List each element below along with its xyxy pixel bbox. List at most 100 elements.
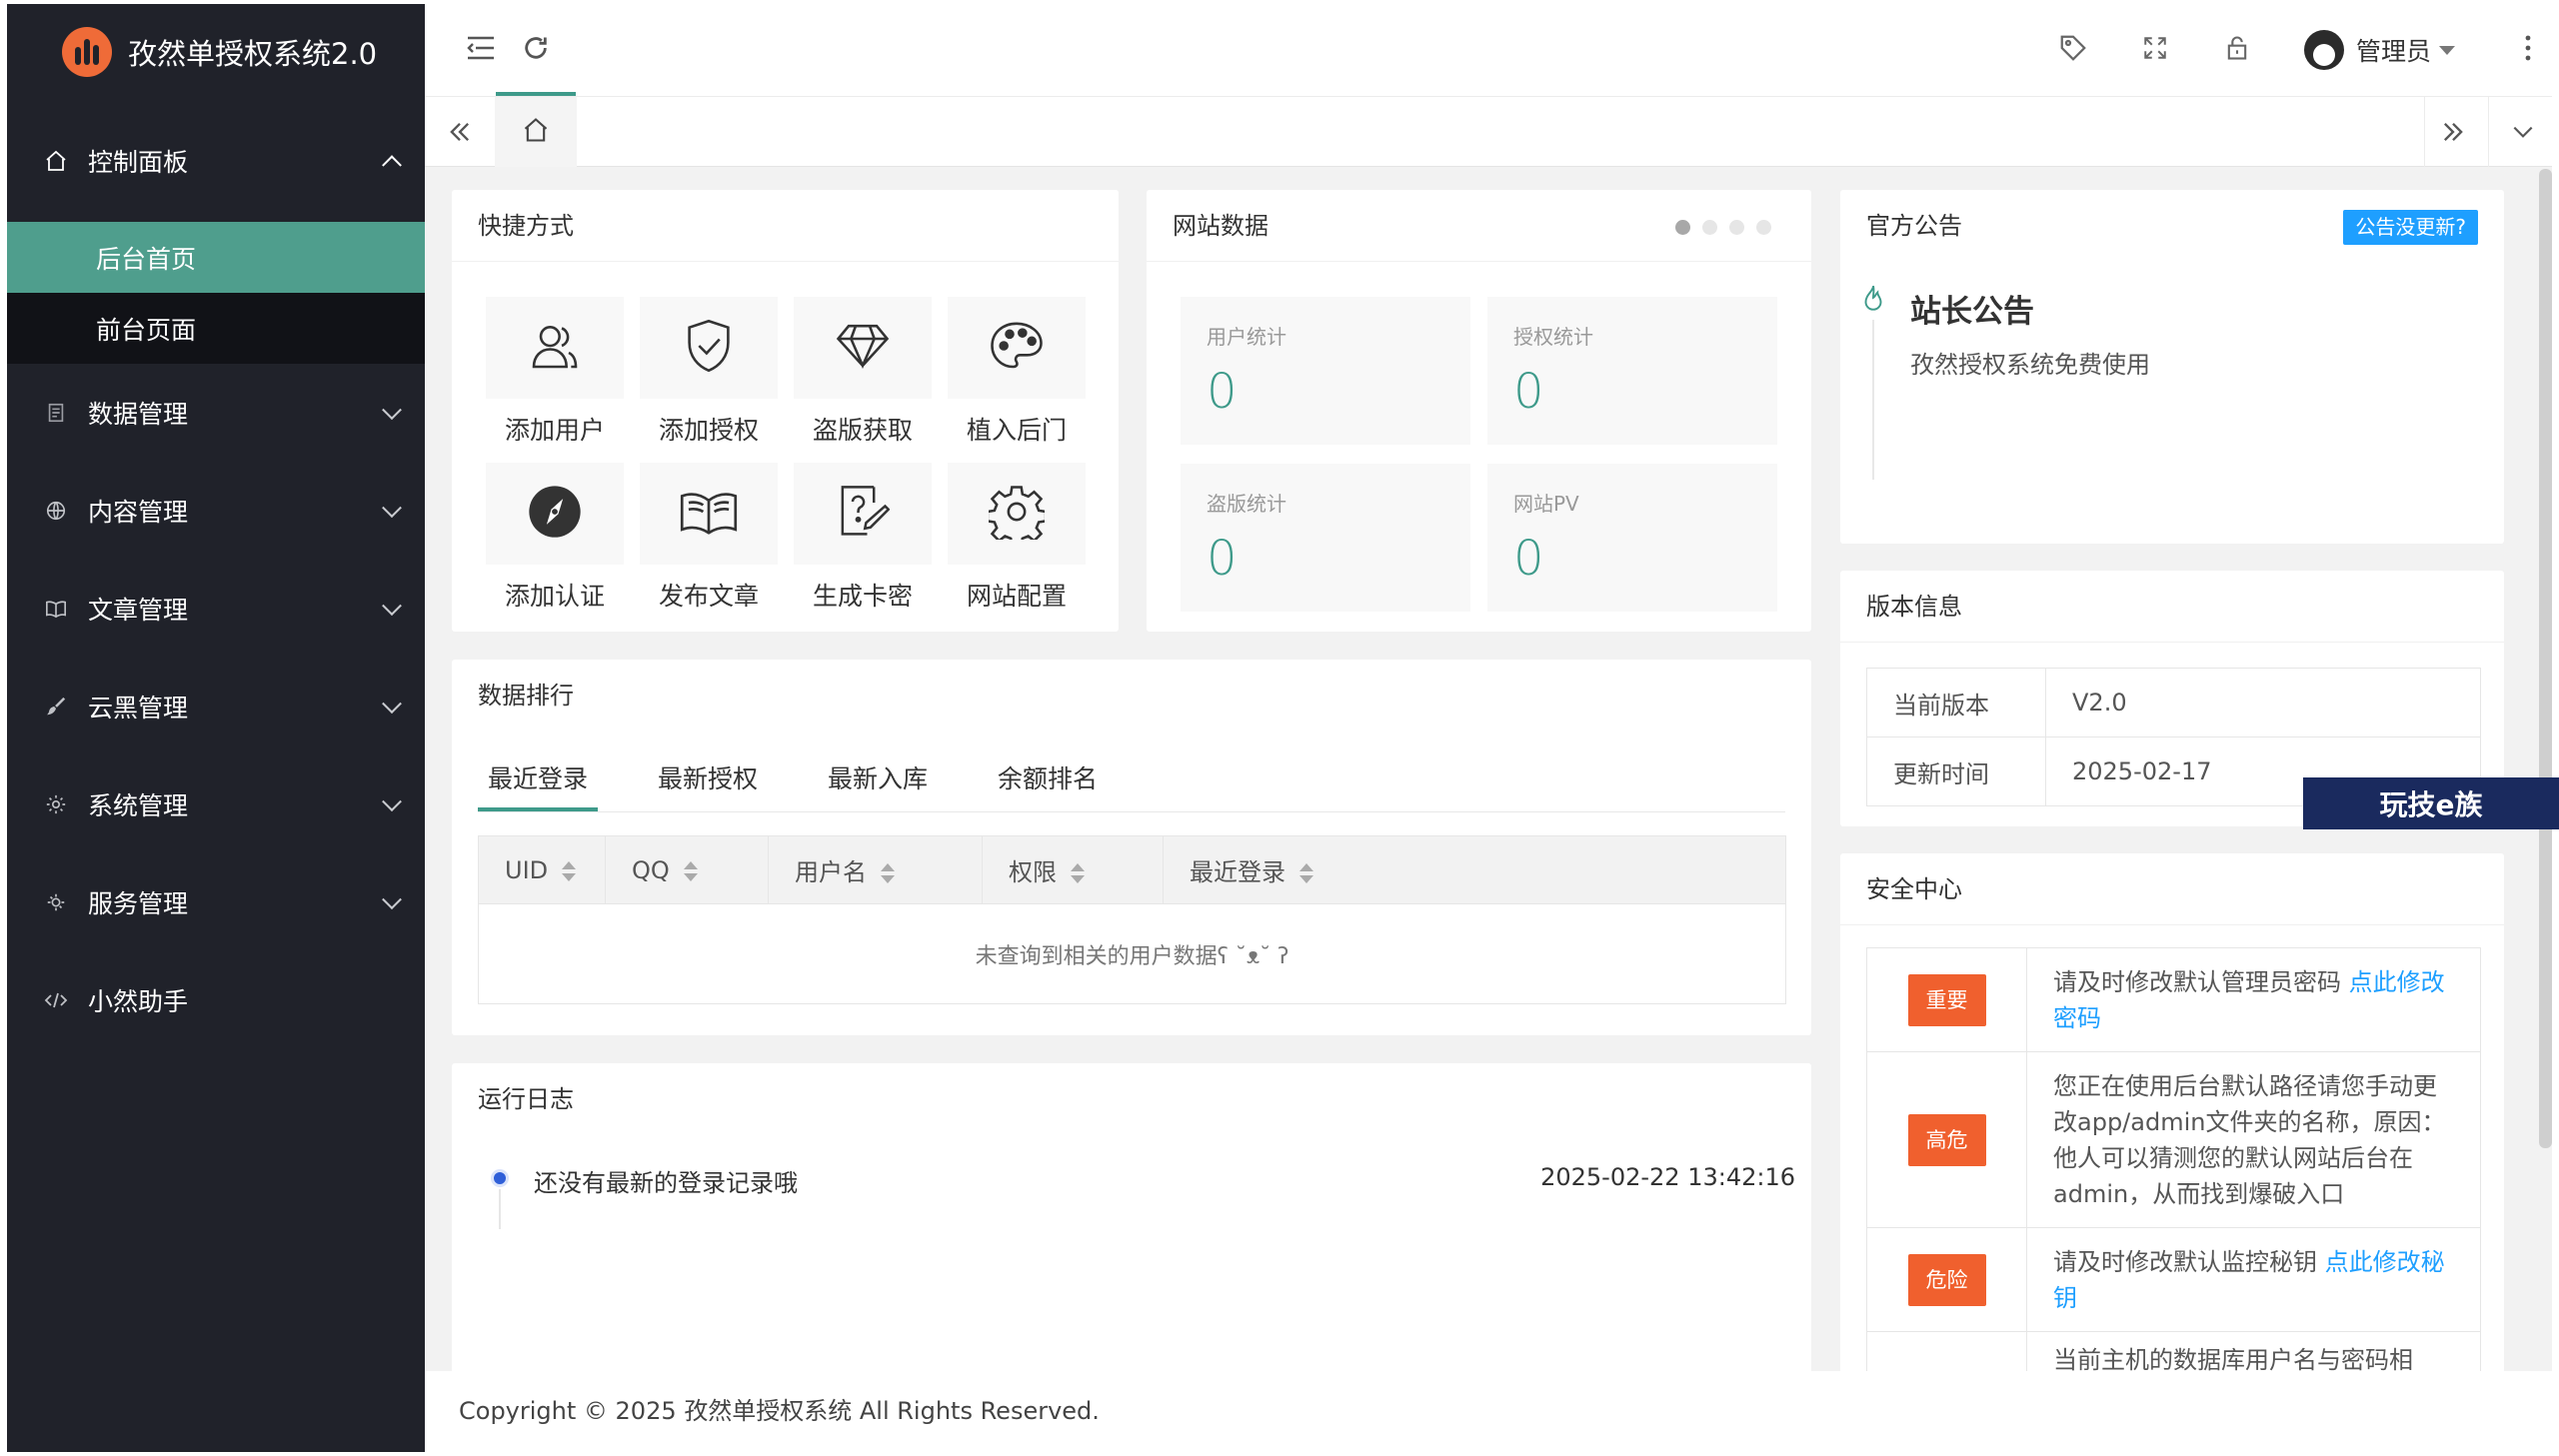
col-permission[interactable]: 权限: [982, 835, 1164, 904]
app-window: 孜然单授权系统2.0 控制面板 后台首页 前台页面 数据管理 内容管理 文章管理…: [7, 4, 2552, 1452]
sidebar-item-label: 文章管理: [88, 596, 189, 625]
scroll-right-icon[interactable]: [2434, 113, 2472, 151]
carousel-dots[interactable]: [1675, 220, 1771, 235]
table-row: 未查询到相关的用户数据ʕ ˘ᴥ˘ ʔ: [478, 903, 1786, 1004]
chevron-down-icon: [382, 889, 402, 910]
gear-icon: [42, 790, 70, 818]
shortcut-site-config[interactable]: 网站配置: [948, 463, 1086, 613]
shortcut-add-cert[interactable]: 添加认证: [486, 463, 624, 613]
shortcut-add-user[interactable]: 添加用户: [486, 297, 624, 447]
ranking-panel: 数据排行 最近登录 最新授权 最新入库 余额排名 UID QQ 用户名 权限 最…: [452, 660, 1811, 1035]
shortcut-backdoor[interactable]: 植入后门: [948, 297, 1086, 447]
ranking-table: UID QQ 用户名 权限 最近登录 未查询到相关的用户数据ʕ ˘ᴥ˘ ʔ: [478, 835, 1786, 1004]
tab-recent-login[interactable]: 最近登录: [478, 747, 599, 811]
tab-latest-stored[interactable]: 最新入库: [818, 747, 938, 811]
notice-heading: 站长公告: [1910, 294, 2034, 330]
sidebar-item-label: 系统管理: [88, 791, 189, 820]
col-qq[interactable]: QQ: [605, 835, 769, 904]
avatar: [2304, 30, 2344, 70]
chevron-down-icon: [382, 596, 402, 617]
scroll-left-icon[interactable]: [441, 113, 479, 151]
app-logo[interactable]: 孜然单授权系统2.0: [7, 4, 425, 100]
table-row: 当前版本 V2.0: [1866, 668, 2481, 737]
danger-badge: 危险: [1907, 1253, 1986, 1306]
version-value: V2.0: [2045, 668, 2481, 737]
col-uid[interactable]: UID: [478, 835, 606, 904]
version-key: 当前版本: [1866, 668, 2046, 737]
sort-icon: [1071, 863, 1085, 883]
shortcut-pirate-get[interactable]: 盗版获取: [794, 297, 932, 447]
tag-icon[interactable]: [2054, 29, 2092, 67]
service-icon: [42, 888, 70, 916]
panel-title: 运行日志: [478, 1085, 574, 1113]
sidebar-item-content[interactable]: 内容管理: [7, 462, 425, 560]
sidebar-item-label: 内容管理: [88, 498, 189, 527]
admin-menu[interactable]: 管理员: [2304, 30, 2456, 70]
home-icon: [522, 116, 550, 148]
brush-icon: [42, 693, 70, 721]
sidebar-item-service[interactable]: 服务管理: [7, 853, 425, 951]
book-icon: [42, 595, 70, 623]
stat-pv: 网站PV 0: [1487, 464, 1777, 612]
chevron-down-icon: [382, 400, 402, 421]
notice-update-button[interactable]: 公告没更新?: [2343, 210, 2478, 245]
log-entry-time: 2025-02-22 13:42:16: [1540, 1163, 1795, 1191]
sidebar-item-label: 云黑管理: [88, 694, 189, 723]
sidebar-subitem-admin-home[interactable]: 后台首页: [7, 222, 425, 293]
refresh-icon[interactable]: [517, 29, 555, 67]
tab-menu-chevron-icon[interactable]: [2504, 113, 2542, 151]
shortcut-generate-card[interactable]: 生成卡密: [794, 463, 932, 613]
panel-title: 快捷方式: [452, 190, 1119, 262]
ranking-tabs: 最近登录 最新授权 最新入库 余额排名: [478, 747, 1158, 811]
shield-check-icon: [683, 318, 735, 378]
chevron-down-icon: [382, 498, 402, 519]
log-panel: 运行日志 还没有最新的登录记录哦 2025-02-22 13:42:16: [452, 1063, 1811, 1373]
table-row: 当前主机的数据库用户名与密码相: [1866, 1331, 2481, 1373]
security-text: 您正在使用后台默认路径请您手动更改app/admin文件夹的名称，原因：他人可以…: [2026, 1051, 2481, 1228]
fire-icon: [1860, 284, 1886, 318]
compass-icon: [527, 484, 583, 544]
more-vertical-icon[interactable]: [2509, 29, 2547, 67]
document-icon: [42, 399, 70, 427]
tab-balance-rank[interactable]: 余额排名: [988, 747, 1108, 811]
shortcut-add-auth[interactable]: 添加授权: [640, 297, 778, 447]
menu-collapse-icon[interactable]: [462, 29, 500, 67]
sort-icon: [881, 863, 895, 883]
sidebar-item-dashboard[interactable]: 控制面板: [7, 100, 425, 222]
globe-icon: [42, 497, 70, 525]
sidebar-item-system[interactable]: 系统管理: [7, 755, 425, 853]
code-icon: [42, 986, 70, 1014]
notice-text: 孜然授权系统免费使用: [1910, 351, 2150, 379]
sidebar-subitem-front-page[interactable]: 前台页面: [7, 293, 425, 364]
sidebar-item-label: 控制面板: [88, 148, 189, 177]
sidebar-item-data[interactable]: 数据管理: [7, 364, 425, 462]
footer: Copyright © 2025 孜然单授权系统 All Rights Rese…: [425, 1371, 2552, 1452]
sidebar-item-label: 服务管理: [88, 889, 189, 918]
sidebar: 孜然单授权系统2.0 控制面板 后台首页 前台页面 数据管理 内容管理 文章管理…: [7, 4, 425, 1452]
sidebar-item-assistant[interactable]: 小然助手: [7, 951, 425, 1049]
col-username[interactable]: 用户名: [768, 835, 983, 904]
chevron-down-icon: [382, 791, 402, 812]
update-time-key: 更新时间: [1866, 736, 2046, 806]
gear-icon: [986, 484, 1048, 548]
chevron-up-icon: [382, 155, 402, 176]
lock-icon[interactable]: [2218, 29, 2256, 67]
tab-home[interactable]: [495, 97, 577, 167]
sidebar-submenu: 后台首页 前台页面: [7, 222, 425, 364]
sidebar-item-cloud-black[interactable]: 云黑管理: [7, 658, 425, 755]
fullscreen-icon[interactable]: [2136, 29, 2174, 67]
scrollbar[interactable]: [2539, 169, 2552, 1148]
sidebar-item-label: 数据管理: [88, 400, 189, 429]
tab-latest-auth[interactable]: 最新授权: [648, 747, 768, 811]
sidebar-item-label: 小然助手: [88, 987, 189, 1016]
stat-auth: 授权统计 0: [1487, 297, 1777, 445]
notice-panel: 官方公告 公告没更新? 站长公告 孜然授权系统免费使用: [1840, 190, 2504, 544]
stat-piracy: 盗版统计 0: [1181, 464, 1470, 612]
table-header: UID QQ 用户名 权限 最近登录: [478, 835, 1786, 904]
sort-icon: [683, 860, 698, 881]
table-row: 高危 您正在使用后台默认路径请您手动更改app/admin文件夹的名称，原因：他…: [1866, 1051, 2481, 1228]
shortcut-publish-article[interactable]: 发布文章: [640, 463, 778, 613]
admin-label: 管理员: [2356, 37, 2432, 66]
sidebar-item-articles[interactable]: 文章管理: [7, 560, 425, 658]
col-last-login[interactable]: 最近登录: [1163, 835, 1786, 904]
